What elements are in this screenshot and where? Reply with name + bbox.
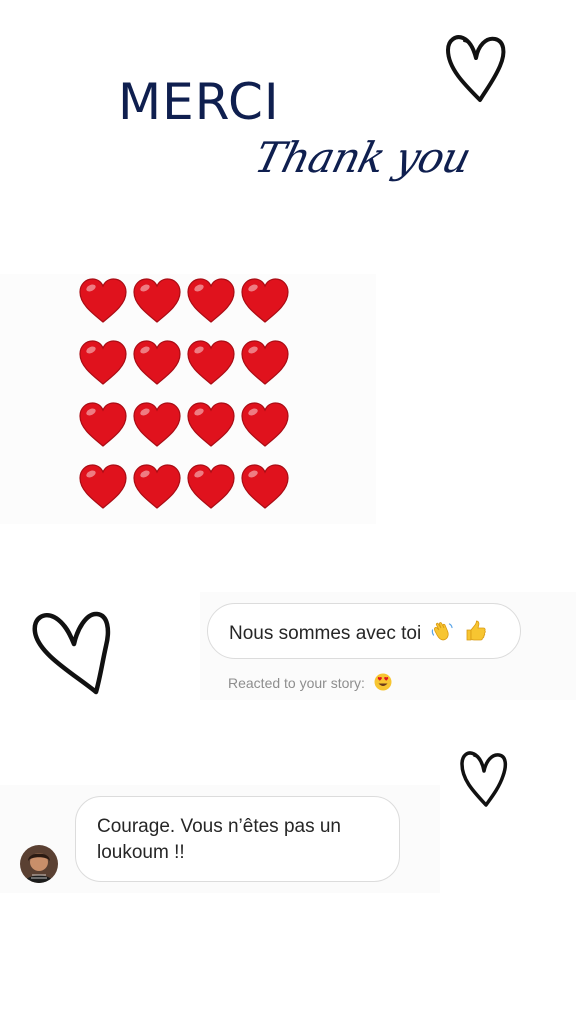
waving-hand-icon <box>430 619 454 651</box>
red-heart-icon <box>238 402 292 464</box>
avatar[interactable] <box>20 845 58 883</box>
message-text: Courage. Vous n’êtes pas un loukoum !! <box>97 816 342 863</box>
red-heart-icon <box>130 464 184 526</box>
red-heart-icon <box>130 402 184 464</box>
page-subtitle: Thank you <box>250 133 476 182</box>
red-heart-icon <box>184 340 238 402</box>
red-heart-icon <box>76 278 130 340</box>
hearts-grid <box>76 278 292 526</box>
red-heart-icon <box>184 278 238 340</box>
story-page: MERCI Thank you Nous sommes avec toi Rea… <box>0 0 576 1024</box>
red-heart-icon <box>184 464 238 526</box>
reaction-note: Reacted to your story: <box>228 673 392 694</box>
red-heart-icon <box>130 340 184 402</box>
message-bubble[interactable]: Courage. Vous n’êtes pas un loukoum !! <box>75 796 400 882</box>
red-heart-icon <box>184 402 238 464</box>
heart-eyes-face-icon <box>374 673 392 694</box>
message-bubble[interactable]: Nous sommes avec toi <box>207 603 521 659</box>
hand-drawn-heart-icon <box>32 611 111 695</box>
hand-drawn-heart-icon <box>446 35 506 102</box>
red-heart-icon <box>130 278 184 340</box>
thumbs-up-icon <box>464 619 488 651</box>
hand-drawn-heart-icon <box>460 751 508 807</box>
red-heart-icon <box>238 340 292 402</box>
page-title: MERCI <box>118 73 280 131</box>
reaction-label: Reacted to your story: <box>228 675 365 691</box>
red-heart-icon <box>76 340 130 402</box>
message-text: Nous sommes avec toi <box>229 623 422 644</box>
red-heart-icon <box>76 464 130 526</box>
red-heart-icon <box>76 402 130 464</box>
red-heart-icon <box>238 278 292 340</box>
red-heart-icon <box>238 464 292 526</box>
